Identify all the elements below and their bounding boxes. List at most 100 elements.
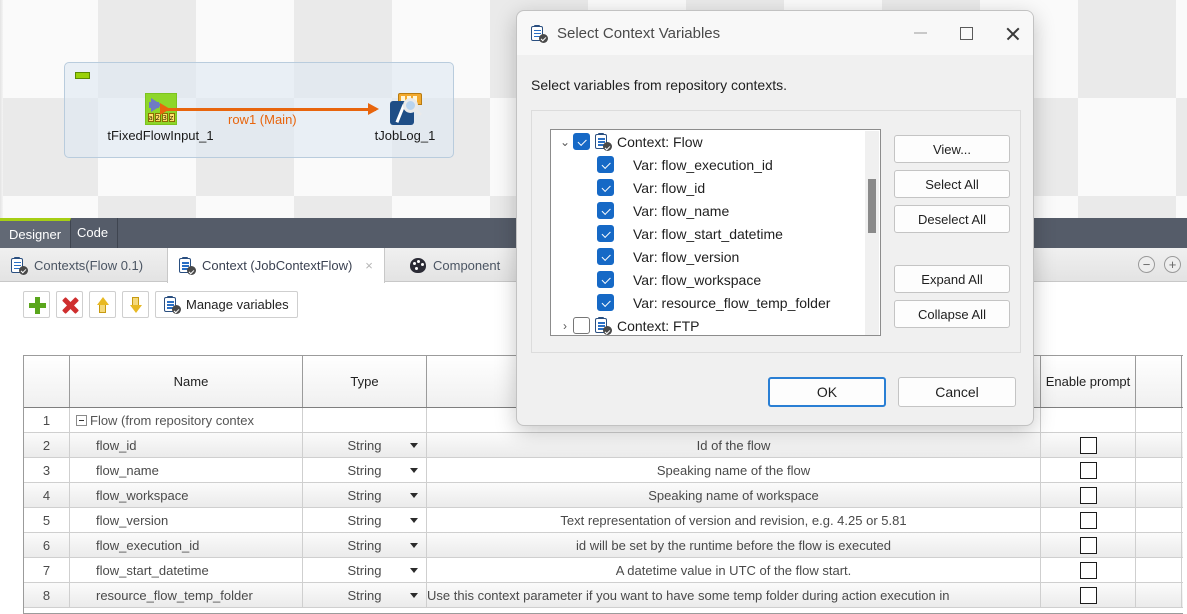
row-type[interactable]: String <box>303 458 427 482</box>
mode-tab-code[interactable]: Code <box>68 218 118 248</box>
chevron-down-icon[interactable] <box>410 593 418 598</box>
view-button[interactable]: View... <box>894 135 1010 163</box>
enable-prompt-checkbox[interactable] <box>1080 587 1097 604</box>
move-down-button[interactable] <box>122 291 149 318</box>
minimize-button[interactable] <box>897 11 943 55</box>
row-enable-prompt[interactable] <box>1041 483 1136 507</box>
tree-checkbox[interactable] <box>597 202 614 219</box>
row-enable-prompt[interactable] <box>1041 408 1136 432</box>
tree-checkbox[interactable] <box>573 133 590 150</box>
row-enable-prompt[interactable] <box>1041 583 1136 607</box>
row-type[interactable]: String <box>303 508 427 532</box>
ok-button[interactable]: OK <box>768 377 886 407</box>
enable-prompt-checkbox[interactable] <box>1080 512 1097 529</box>
row-name[interactable]: flow_name <box>70 458 303 482</box>
component-tjoblog[interactable]: tJobLog_1 <box>360 93 450 143</box>
row-name[interactable]: Flow (from repository contex <box>70 408 303 432</box>
column-header-enable-prompt[interactable]: Enable prompt <box>1041 356 1136 407</box>
row-type[interactable]: String <box>303 483 427 507</box>
enable-prompt-checkbox[interactable] <box>1080 537 1097 554</box>
row-name[interactable]: flow_workspace <box>70 483 303 507</box>
row-name[interactable]: flow_execution_id <box>70 533 303 557</box>
zoom-in-button[interactable]: + <box>1164 256 1181 273</box>
tree-item-var[interactable]: Var: flow_id <box>551 176 880 199</box>
table-row[interactable]: 7 flow_start_datetime String A datetime … <box>24 558 1183 583</box>
table-row[interactable]: 2 flow_id String Id of the flow <box>24 433 1183 458</box>
tree-scrollbar[interactable] <box>865 131 879 336</box>
delete-variable-button[interactable] <box>56 291 83 318</box>
row-enable-prompt[interactable] <box>1041 558 1136 582</box>
row-name[interactable]: flow_version <box>70 508 303 532</box>
tree-item-context-ftp[interactable]: › Context: FTP <box>551 314 880 336</box>
chevron-down-icon[interactable] <box>410 543 418 548</box>
tab-context-jobcontextflow[interactable]: Context (JobContextFlow) × <box>167 248 385 283</box>
tree-item-var[interactable]: Var: flow_start_datetime <box>551 222 880 245</box>
row-enable-prompt[interactable] <box>1041 533 1136 557</box>
table-row[interactable]: 3 flow_name String Speaking name of the … <box>24 458 1183 483</box>
move-up-button[interactable] <box>89 291 116 318</box>
row-description[interactable]: A datetime value in UTC of the flow star… <box>427 558 1041 582</box>
maximize-button[interactable] <box>943 11 989 55</box>
cancel-button[interactable]: Cancel <box>898 377 1016 407</box>
row-enable-prompt[interactable] <box>1041 433 1136 457</box>
component-tfixedflowinput[interactable]: a23z tFixedFlowInput_1 <box>97 93 224 143</box>
chevron-down-icon[interactable] <box>410 443 418 448</box>
close-button[interactable] <box>989 11 1034 55</box>
enable-prompt-checkbox[interactable] <box>1080 562 1097 579</box>
tree-item-var[interactable]: Var: flow_execution_id <box>551 153 880 176</box>
collapse-icon[interactable] <box>76 415 87 426</box>
tab-contexts-flow[interactable]: Contexts(Flow 0.1) <box>0 248 154 282</box>
tree-scrollbar-thumb[interactable] <box>868 179 876 233</box>
tree-item-var[interactable]: Var: flow_version <box>551 245 880 268</box>
tab-close-icon[interactable]: × <box>365 258 373 273</box>
table-row[interactable]: 4 flow_workspace String Speaking name of… <box>24 483 1183 508</box>
column-header-type[interactable]: Type <box>303 356 427 407</box>
chevron-down-icon[interactable] <box>410 493 418 498</box>
select-all-button[interactable]: Select All <box>894 170 1010 198</box>
row-description[interactable]: Id of the flow <box>427 433 1041 457</box>
tree-item-var[interactable]: Var: flow_workspace <box>551 268 880 291</box>
collapse-all-button[interactable]: Collapse All <box>894 300 1010 328</box>
add-variable-button[interactable] <box>23 291 50 318</box>
dialog-title-bar[interactable]: Select Context Variables <box>517 11 1034 55</box>
row-type[interactable] <box>303 408 427 432</box>
row-enable-prompt[interactable] <box>1041 458 1136 482</box>
chevron-right-icon[interactable]: › <box>557 319 573 333</box>
chevron-down-icon[interactable] <box>410 468 418 473</box>
zoom-out-button[interactable]: − <box>1138 256 1155 273</box>
subjob-collapse-handle[interactable] <box>75 72 90 79</box>
tree-item-var[interactable]: Var: flow_name <box>551 199 880 222</box>
table-row[interactable]: 5 flow_version String Text representatio… <box>24 508 1183 533</box>
tree-checkbox[interactable] <box>597 179 614 196</box>
row-description[interactable]: Text representation of version and revis… <box>427 508 1041 532</box>
table-row[interactable]: 6 flow_execution_id String id will be se… <box>24 533 1183 558</box>
enable-prompt-checkbox[interactable] <box>1080 462 1097 479</box>
manage-variables-button[interactable]: Manage variables <box>155 291 298 318</box>
row-type[interactable]: String <box>303 558 427 582</box>
tree-item-var[interactable]: Var: resource_flow_temp_folder <box>551 291 880 314</box>
chevron-down-icon[interactable]: ⌄ <box>557 135 573 149</box>
tree-checkbox[interactable] <box>597 156 614 173</box>
chevron-down-icon[interactable] <box>410 518 418 523</box>
column-header-name[interactable]: Name <box>70 356 303 407</box>
row-name[interactable]: flow_start_datetime <box>70 558 303 582</box>
row-name[interactable]: resource_flow_temp_folder <box>70 583 303 607</box>
row-type[interactable]: String <box>303 533 427 557</box>
row-description[interactable]: Speaking name of the flow <box>427 458 1041 482</box>
row-enable-prompt[interactable] <box>1041 508 1136 532</box>
column-header-index[interactable] <box>24 356 70 407</box>
select-context-variables-dialog[interactable]: Select Context Variables Select variable… <box>516 10 1034 426</box>
column-header-extra[interactable] <box>1136 356 1182 407</box>
tree-checkbox[interactable] <box>597 294 614 311</box>
table-row[interactable]: 8 resource_flow_temp_folder String Use t… <box>24 583 1183 608</box>
row-description[interactable]: Use this context parameter if you want t… <box>427 583 1041 607</box>
tree-checkbox[interactable] <box>597 271 614 288</box>
tree-checkbox[interactable] <box>597 225 614 242</box>
context-variables-tree[interactable]: ⌄ Context: Flow Var: flow_execution_id <box>550 129 881 336</box>
row-type[interactable]: String <box>303 583 427 607</box>
tree-item-context-flow[interactable]: ⌄ Context: Flow <box>551 130 880 153</box>
row-description[interactable]: Speaking name of workspace <box>427 483 1041 507</box>
connection-line[interactable] <box>166 108 376 111</box>
row-name[interactable]: flow_id <box>70 433 303 457</box>
enable-prompt-checkbox[interactable] <box>1080 437 1097 454</box>
